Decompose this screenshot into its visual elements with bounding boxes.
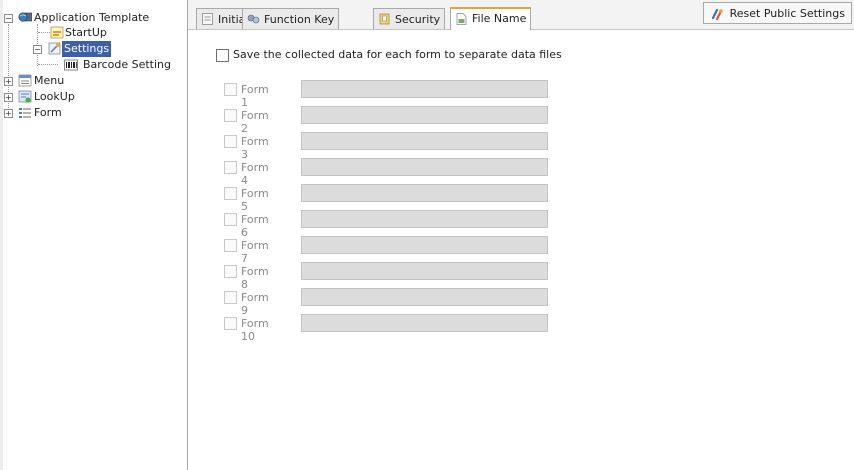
form-filename-field[interactable] bbox=[301, 314, 548, 332]
tree-node-menu[interactable]: + Menu bbox=[0, 73, 185, 89]
tree-label: Form bbox=[34, 106, 62, 119]
form-label: Form 9 bbox=[241, 291, 269, 317]
expand-icon[interactable]: + bbox=[4, 77, 13, 86]
tree-label: Barcode Setting bbox=[83, 58, 171, 71]
form-label: Form 10 bbox=[241, 317, 269, 343]
tab-security[interactable]: Security bbox=[373, 8, 446, 29]
form-filename-field[interactable] bbox=[301, 106, 548, 124]
form-filename-field[interactable] bbox=[301, 262, 548, 280]
form-list-icon bbox=[19, 108, 31, 118]
form-checkbox[interactable] bbox=[224, 187, 237, 200]
document-icon bbox=[202, 13, 213, 25]
expand-icon[interactable]: + bbox=[4, 93, 13, 102]
form-label: Form 8 bbox=[241, 265, 269, 291]
expand-icon[interactable]: + bbox=[4, 109, 13, 118]
tree-node-startup[interactable]: StartUp bbox=[0, 25, 185, 41]
tab-label: Function Key bbox=[264, 13, 335, 26]
form-label: Form 6 bbox=[241, 213, 269, 239]
reset-icon bbox=[711, 8, 723, 21]
form-checkbox[interactable] bbox=[224, 239, 237, 252]
save-separate-files-label: Save the collected data for each form to… bbox=[233, 48, 562, 61]
function-key-icon bbox=[247, 14, 260, 24]
form-checkbox[interactable] bbox=[224, 161, 237, 174]
form-checkbox[interactable] bbox=[224, 317, 237, 330]
tab-function-key[interactable]: Function Key bbox=[242, 8, 340, 29]
startup-icon bbox=[50, 26, 64, 39]
tree-node-application-template[interactable]: − Application Template bbox=[0, 10, 185, 26]
tree-label: Menu bbox=[34, 74, 65, 87]
tree-label: LookUp bbox=[34, 90, 75, 103]
form-filename-field[interactable] bbox=[301, 80, 548, 98]
reset-button-label: Reset Public Settings bbox=[729, 7, 845, 20]
form-label: Form 3 bbox=[241, 135, 269, 161]
security-icon bbox=[379, 13, 390, 25]
form-label: Form 1 bbox=[241, 83, 269, 109]
tab-bar: Initial Function Key Security File Name … bbox=[188, 0, 854, 30]
tree-node-lookup[interactable]: + LookUp bbox=[0, 89, 185, 105]
settings-tree[interactable]: − Application Template StartUp − Setting… bbox=[0, 0, 188, 470]
form-checkbox[interactable] bbox=[224, 213, 237, 226]
form-checkbox[interactable] bbox=[224, 83, 237, 96]
reset-public-settings-button[interactable]: Reset Public Settings bbox=[702, 2, 852, 24]
form-checkbox[interactable] bbox=[224, 135, 237, 148]
tree-node-barcode-setting[interactable]: Barcode Setting bbox=[0, 57, 185, 73]
form-checkbox[interactable] bbox=[224, 109, 237, 122]
collapse-icon[interactable]: − bbox=[4, 14, 13, 23]
save-separate-files-checkbox[interactable] bbox=[216, 49, 229, 62]
tab-label: File Name bbox=[472, 12, 527, 25]
form-checkbox[interactable] bbox=[224, 265, 237, 278]
globe-computer-icon bbox=[18, 12, 32, 22]
lookup-icon bbox=[18, 90, 32, 103]
form-filename-field[interactable] bbox=[301, 184, 548, 202]
barcode-icon bbox=[64, 59, 78, 71]
form-filename-field[interactable] bbox=[301, 236, 548, 254]
tab-file-name[interactable]: File Name bbox=[450, 7, 532, 30]
form-filename-field[interactable] bbox=[301, 210, 548, 228]
tree-node-settings[interactable]: − Settings bbox=[0, 41, 185, 57]
form-checkbox[interactable] bbox=[224, 291, 237, 304]
form-filename-field[interactable] bbox=[301, 158, 548, 176]
tree-label-selected: Settings bbox=[62, 41, 112, 57]
form-label: Form 2 bbox=[241, 109, 269, 135]
tree-label: Application Template bbox=[34, 11, 150, 24]
form-label: Form 4 bbox=[241, 161, 269, 187]
collapse-icon[interactable]: − bbox=[33, 45, 42, 54]
tab-label: Security bbox=[395, 13, 441, 26]
form-filename-field[interactable] bbox=[301, 132, 548, 150]
form-filename-field[interactable] bbox=[301, 288, 548, 306]
tree-label: StartUp bbox=[65, 26, 107, 39]
form-label: Form 5 bbox=[241, 187, 269, 213]
settings-icon bbox=[48, 42, 61, 55]
form-label: Form 7 bbox=[241, 239, 269, 265]
menu-icon bbox=[18, 74, 32, 87]
file-icon bbox=[456, 13, 467, 25]
tree-node-form[interactable]: + Form bbox=[0, 105, 185, 121]
